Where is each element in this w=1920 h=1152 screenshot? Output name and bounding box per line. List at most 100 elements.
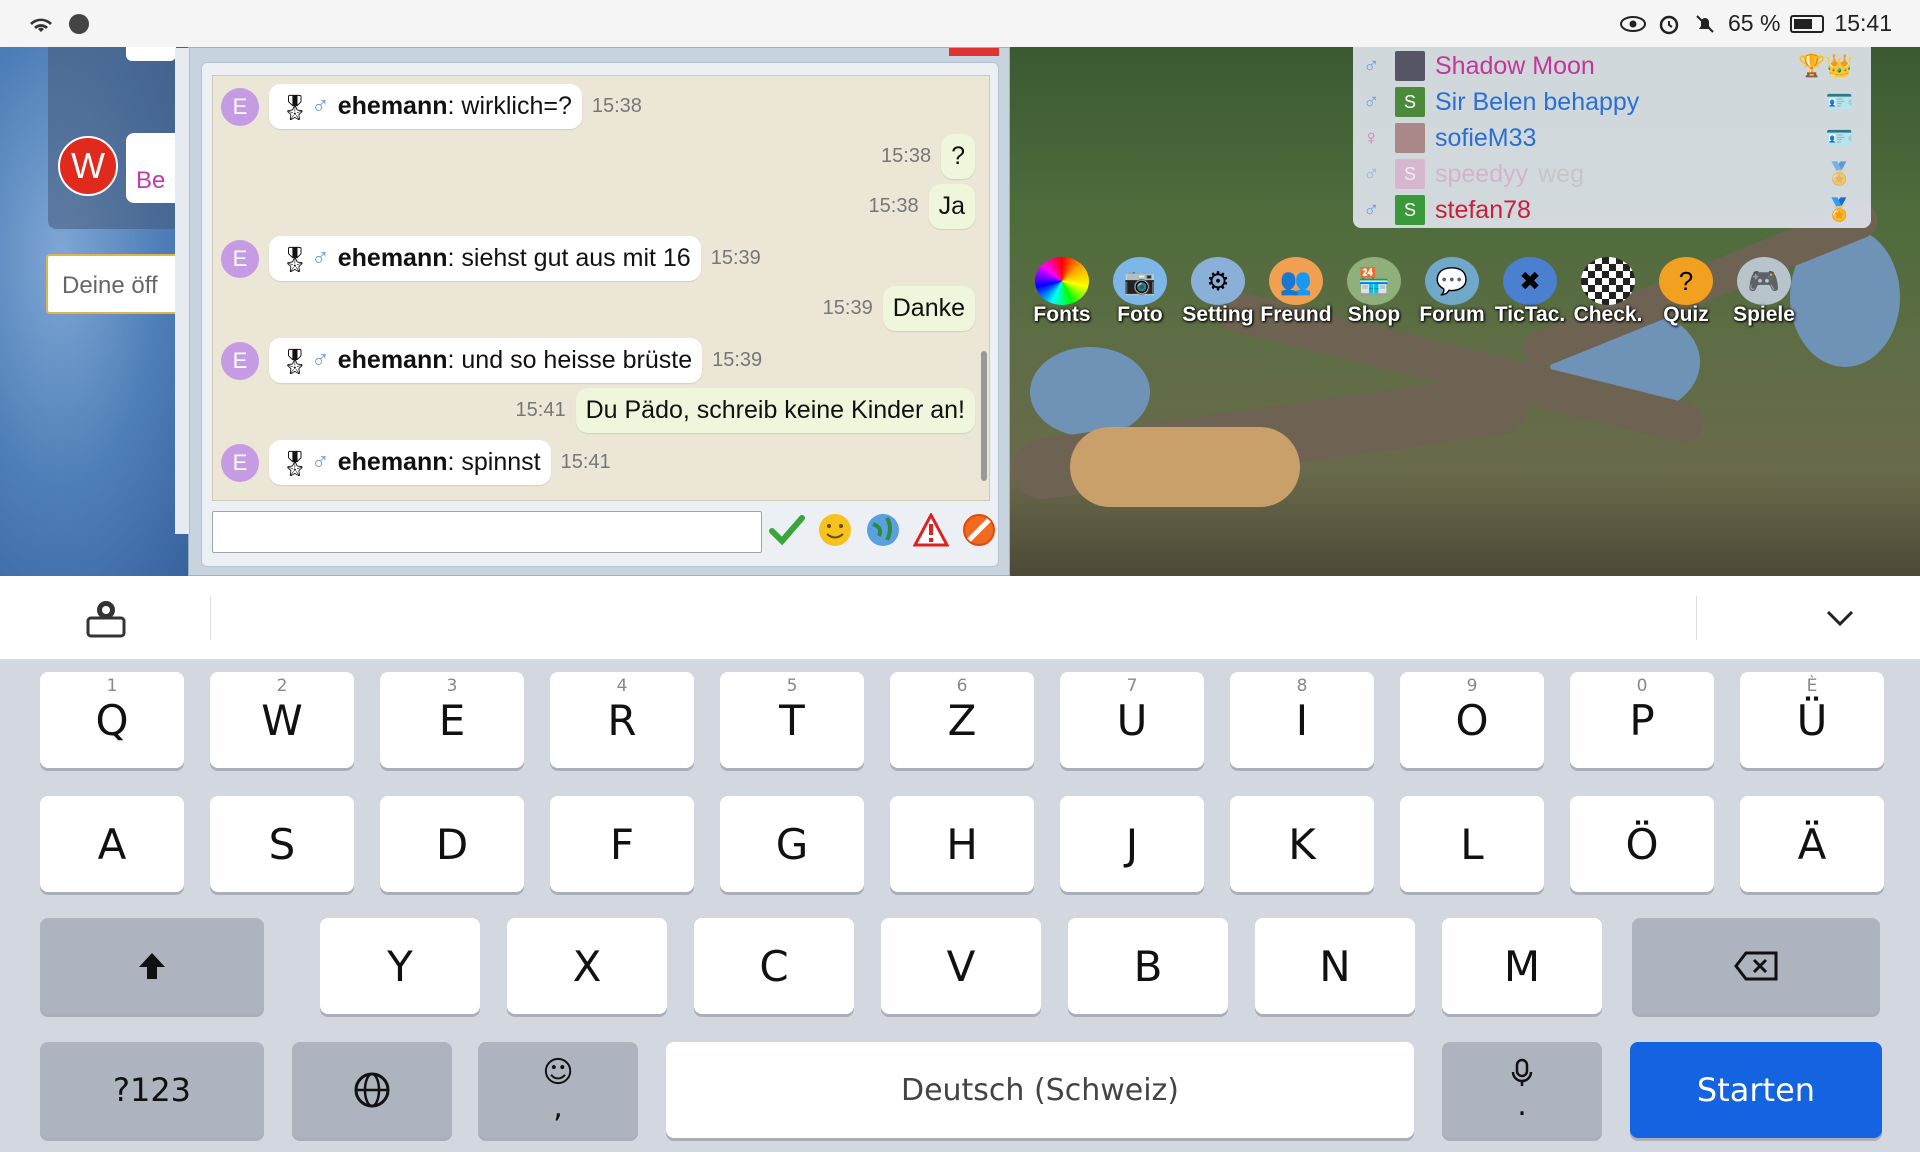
message-row: E 🎖 ♂ ehemann: wirklich=? 15:38 (221, 84, 997, 129)
key-v[interactable]: V (881, 918, 1041, 1014)
shift-key[interactable] (40, 918, 264, 1014)
message-time: 15:38 (868, 195, 919, 217)
chevron-down-icon[interactable] (1820, 598, 1860, 638)
wifi-icon (28, 13, 54, 35)
key-label: V (946, 941, 976, 991)
key-i[interactable]: 8I (1230, 672, 1374, 768)
status-input[interactable]: Deine öff (46, 254, 196, 314)
app-foto[interactable]: 📷 Foto (1103, 257, 1177, 327)
key-z[interactable]: 6Z (890, 672, 1034, 768)
message-time: 15:38 (881, 145, 932, 167)
user-row[interactable]: ♂ S speedyy weg 🏅 (1363, 157, 1863, 191)
backspace-key[interactable] (1632, 918, 1880, 1014)
key-ö[interactable]: Ö (1570, 796, 1714, 892)
ribbon-icon: 🎖 (279, 449, 311, 478)
keyboard-settings-icon[interactable] (84, 596, 128, 640)
key-y[interactable]: Y (320, 918, 480, 1014)
ribbon-icon: 🎖 (279, 245, 311, 274)
send-check-icon[interactable] (768, 511, 806, 549)
user-row[interactable]: ♀ sofieM33 🪪 (1363, 121, 1863, 155)
close-tab[interactable] (949, 48, 999, 56)
avatar[interactable]: E (221, 443, 259, 482)
avatar[interactable]: E (221, 341, 259, 380)
scrollbar[interactable] (981, 351, 987, 481)
avatar[interactable]: E (221, 239, 259, 278)
key-j[interactable]: J (1060, 796, 1204, 892)
sender-name[interactable]: ehemann (338, 92, 448, 120)
message-row: E 🎖 ♂ ehemann: spinnst 15:41 (221, 440, 997, 485)
app-freund[interactable]: 👥 Freund (1259, 257, 1333, 327)
key-g[interactable]: G (720, 796, 864, 892)
app-fonts[interactable]: Fonts (1025, 257, 1099, 327)
key-e[interactable]: 3E (380, 672, 524, 768)
globe-icon[interactable] (864, 511, 902, 549)
key-n[interactable]: N (1255, 918, 1415, 1014)
language-key[interactable] (292, 1042, 452, 1138)
key-a[interactable]: A (40, 796, 184, 892)
message-row: E 🎖 ♂ ehemann: siehst gut aus mit 16 15:… (221, 236, 997, 281)
key-o[interactable]: 9O (1400, 672, 1544, 768)
key-ü[interactable]: ÈÜ (1740, 672, 1884, 768)
key-b[interactable]: B (1068, 918, 1228, 1014)
user-row[interactable]: ♂ Shadow Moon 🏆👑 (1363, 49, 1863, 83)
smiley-icon[interactable] (816, 511, 854, 549)
user-row[interactable]: ♂ S Sir Belen behappy 🪪 (1363, 85, 1863, 119)
app-spiele[interactable]: 🎮 Spiele (1727, 257, 1801, 327)
key-ä[interactable]: Ä (1740, 796, 1884, 892)
key-p[interactable]: 0P (1570, 672, 1714, 768)
key-r[interactable]: 4R (550, 672, 694, 768)
app-tictac[interactable]: ✖ TicTac. (1493, 257, 1567, 327)
key-q[interactable]: 1Q (40, 672, 184, 768)
ribbon-icon: 🎖 (279, 93, 311, 122)
message-text: : spinnst (447, 448, 541, 476)
app-setting[interactable]: ⚙ Setting (1181, 257, 1255, 327)
key-t[interactable]: 5T (720, 672, 864, 768)
message-time: 15:39 (822, 297, 873, 319)
space-key[interactable]: Deutsch (Schweiz) (666, 1042, 1414, 1138)
male-icon: ♂ (311, 244, 330, 272)
chat-app: W Be Deine öff ♂ Shadow Moon 🏆👑 ♂ S Sir … (0, 47, 1920, 576)
key-h[interactable]: H (890, 796, 1034, 892)
shop-icon: 🏪 (1347, 257, 1401, 305)
chat-panel: E 🎖 ♂ ehemann: wirklich=? 15:38 15:38 ? … (201, 62, 999, 567)
male-icon: ♂ (1363, 197, 1380, 222)
key-m[interactable]: M (1442, 918, 1602, 1014)
mic-period-key[interactable]: . (1442, 1042, 1602, 1138)
keyboard: ?123 ☺ , Deutsch (Schweiz) . Starten 1Q 2… (0, 660, 1920, 1152)
enter-key[interactable]: Starten (1630, 1042, 1882, 1138)
app-shop[interactable]: 🏪 Shop (1337, 257, 1411, 327)
user-row[interactable]: ♂ S stefan78 🏅 (1363, 193, 1863, 227)
key-c[interactable]: C (694, 918, 854, 1014)
sender-name[interactable]: ehemann (338, 448, 448, 476)
key-d[interactable]: D (380, 796, 524, 892)
app-quiz[interactable]: ? Quiz (1649, 257, 1723, 327)
key-w[interactable]: 2W (210, 672, 354, 768)
warning-icon[interactable] (912, 511, 950, 549)
key-hint: 9 (1466, 676, 1478, 696)
key-label: L (1460, 819, 1484, 869)
message-bubble: 🎖 ♂ ehemann: und so heisse brüste (269, 338, 703, 383)
badge-text: Be (136, 167, 166, 194)
avatar[interactable]: W (58, 136, 118, 196)
app-forum[interactable]: 💬 Forum (1415, 257, 1489, 327)
key-k[interactable]: K (1230, 796, 1374, 892)
user-name: speedyy (1435, 159, 1529, 188)
key-s[interactable]: S (210, 796, 354, 892)
tictactoe-icon: ✖ (1503, 257, 1557, 305)
block-icon[interactable] (960, 511, 998, 549)
chat-window: E 🎖 ♂ ehemann: wirklich=? 15:38 15:38 ? … (175, 47, 1010, 576)
sender-name[interactable]: ehemann (338, 346, 448, 374)
message-row: 15:38 ? (213, 134, 989, 179)
key-hint: 7 (1126, 676, 1138, 696)
app-check[interactable]: Check. (1571, 257, 1645, 327)
message-input[interactable] (212, 511, 762, 553)
numbers-key[interactable]: ?123 (40, 1042, 264, 1138)
emoji-comma-key[interactable]: ☺ , (478, 1042, 638, 1138)
key-f[interactable]: F (550, 796, 694, 892)
key-x[interactable]: X (507, 918, 667, 1014)
id-card-icon: 🪪 (1825, 89, 1853, 114)
key-u[interactable]: 7U (1060, 672, 1204, 768)
sender-name[interactable]: ehemann (338, 244, 448, 272)
key-l[interactable]: L (1400, 796, 1544, 892)
avatar[interactable]: E (221, 87, 259, 126)
